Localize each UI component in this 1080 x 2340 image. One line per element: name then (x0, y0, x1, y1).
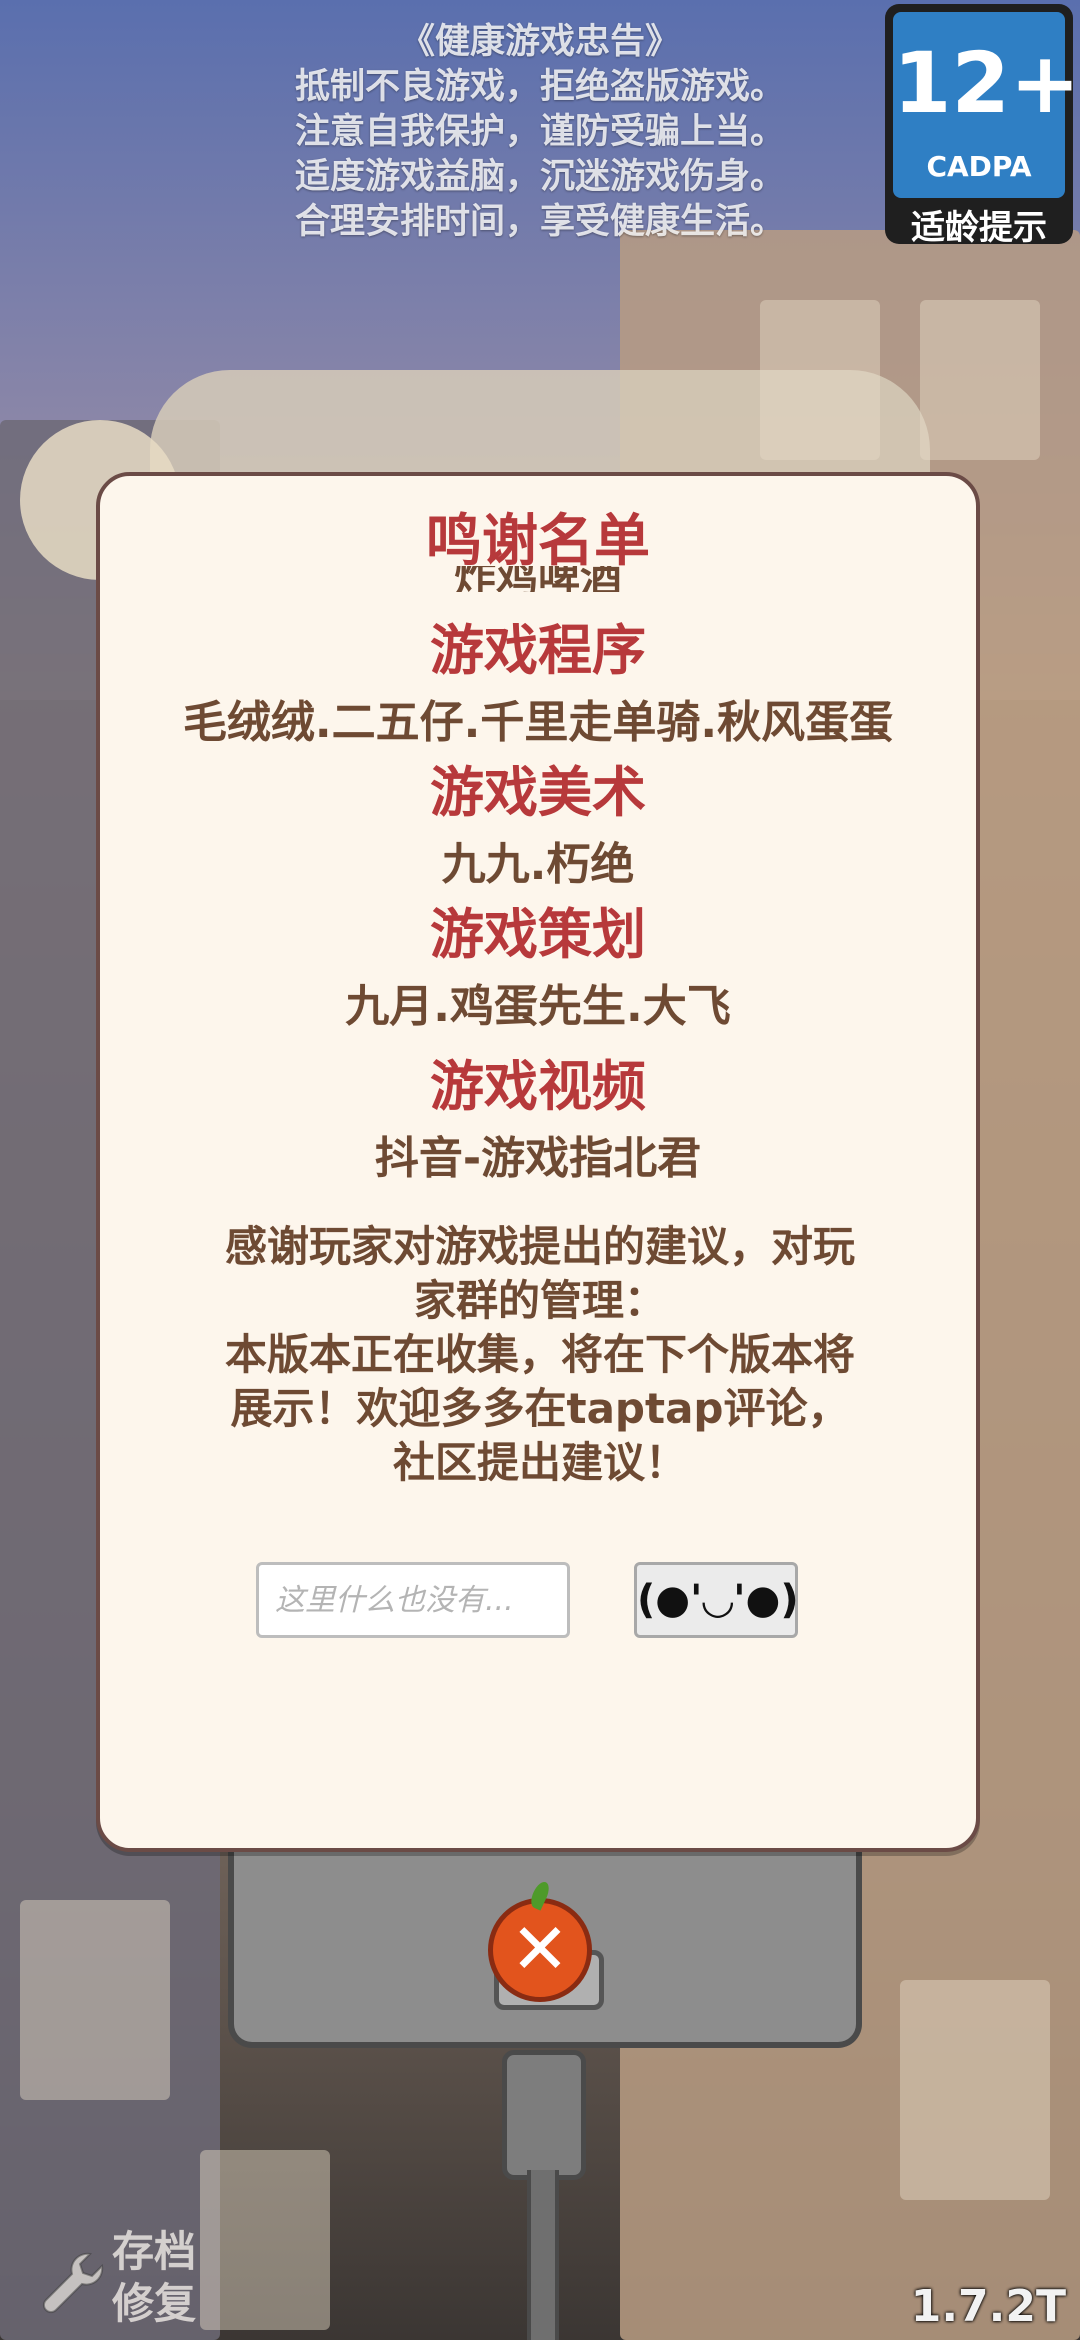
version-label: 1.7.2T (910, 2281, 1066, 2332)
section-heading-video: 游戏视频 (430, 1055, 646, 1118)
thanks-line: 展示！欢迎多多在taptap评论， (230, 1384, 850, 1433)
section-heading-programming: 游戏程序 (430, 619, 646, 682)
wrench-icon (42, 2252, 104, 2314)
health-notice-line: 注意自我保护，谨防受骗上当。 (294, 112, 785, 152)
secret-code-field[interactable] (256, 1562, 570, 1638)
age-rating-badge[interactable]: 12+ CADPA 适龄提示 (885, 4, 1080, 248)
credits-partial-line: 炸鸡啤酒 (453, 566, 622, 592)
section-heading-art: 游戏美术 (430, 761, 646, 824)
health-notice-line: 合理安排时间，享受健康生活。 (294, 202, 785, 242)
section-heading-design: 游戏策划 (430, 903, 646, 966)
health-game-notice: 《健康游戏忠告》 抵制不良游戏，拒绝盗版游戏。 注意自我保护，谨防受骗上当。 适… (240, 20, 840, 245)
thanks-line: 本版本正在收集，将在下个版本将 (224, 1330, 855, 1379)
charging-cable (527, 2170, 559, 2340)
charging-cable-plug (502, 2050, 586, 2180)
age-rating-org: CADPA (926, 150, 1032, 183)
credits-dialog: 鸣谢名单 炸鸡啤酒 游戏程序 毛绒绒.二五仔.千里走单骑.秋风蛋蛋 游戏美术 九… (96, 472, 980, 1852)
close-icon: ✕ (510, 1908, 570, 1990)
section-names-programming: 毛绒绒.二五仔.千里走单骑.秋风蛋蛋 (182, 697, 894, 748)
save-repair-label-2: 修复 (112, 2279, 197, 2328)
save-repair-button[interactable]: 存档 修复 (40, 2226, 210, 2336)
section-names-art: 九九.朽绝 (441, 839, 635, 890)
health-notice-title: 《健康游戏忠告》 (399, 22, 680, 62)
health-notice-line: 抵制不良游戏，拒绝盗版游戏。 (294, 67, 785, 107)
thanks-line: 社区提出建议！ (392, 1438, 687, 1487)
thanks-line: 家群的管理： (413, 1276, 666, 1325)
credits-scroll-overflow: 炸鸡啤酒 (100, 566, 976, 592)
credits-title: 鸣谢名单 (426, 509, 650, 574)
age-rating-label: 适龄提示 (911, 208, 1047, 248)
section-names-design: 九月.鸡蛋先生.大飞 (345, 981, 731, 1032)
close-button[interactable]: ✕ (488, 1879, 592, 2002)
health-notice-line: 适度游戏益脑，沉迷游戏伤身。 (294, 157, 785, 197)
thanks-message: 感谢玩家对游戏提出的建议，对玩 家群的管理： 本版本正在收集，将在下个版本将 展… (160, 1220, 920, 1490)
emoticon-submit-button[interactable]: (●'◡'●) (634, 1562, 799, 1638)
secret-code-input[interactable] (259, 1565, 567, 1635)
section-names-video: 抖音-游戏指北君 (374, 1133, 702, 1184)
age-rating-value: 12+ (893, 34, 1080, 132)
save-repair-label-1: 存档 (112, 2227, 197, 2276)
thanks-line: 感谢玩家对游戏提出的建议，对玩 (224, 1222, 855, 1271)
